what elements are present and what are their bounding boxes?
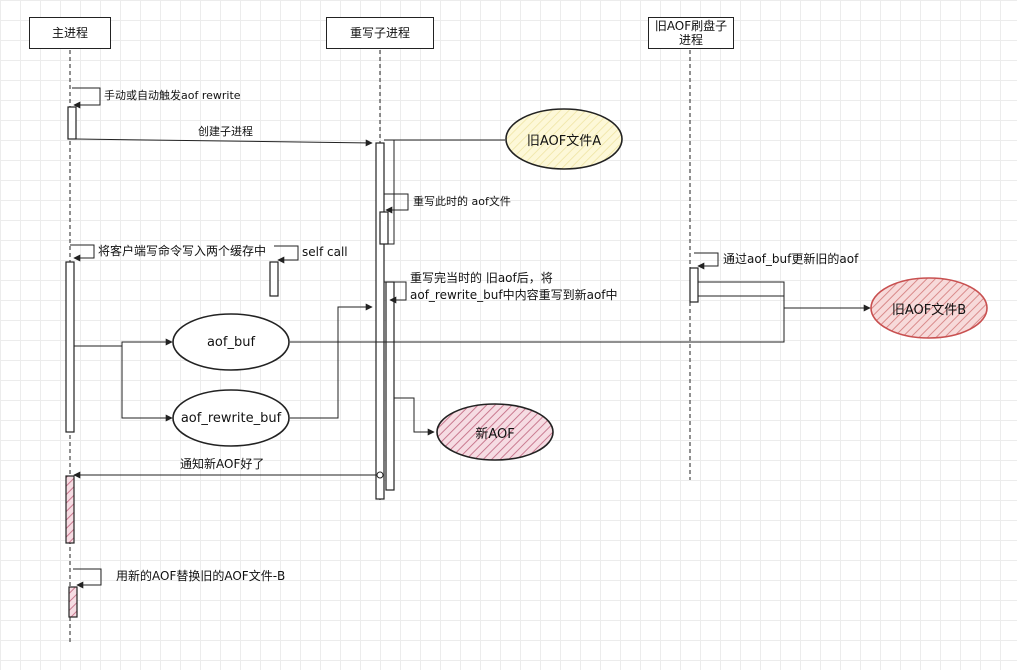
- arrow-rewrite-buf-to-child: [290, 303, 373, 419]
- label-notify-new-aof: 通知新AOF好了: [180, 457, 265, 471]
- arrow-trigger: [72, 87, 101, 109]
- activation-rewrite-main: [375, 142, 385, 500]
- arrow-create-child: [75, 138, 373, 147]
- label-update-old-aof: 通过aof_buf更新旧的aof: [723, 252, 859, 266]
- label-rewrite-current: 重写此时的 aof文件: [413, 195, 511, 208]
- label-trigger: 手动或自动触发aof rewrite: [104, 89, 241, 102]
- participant-main: 主进程: [29, 17, 111, 49]
- activation-rewrite-late: [385, 281, 395, 491]
- label-rewrite-done-2: aof_rewrite_buf中内容重写到新aof中: [410, 288, 618, 302]
- arrow-old-flush-self: [694, 252, 719, 270]
- arrow-self-call: [274, 245, 299, 264]
- activation-rewrite-sub: [379, 211, 389, 245]
- activation-main-2: [65, 261, 75, 433]
- arrow-to-aof-rewrite-buf: [121, 346, 173, 422]
- arrow-write-buffers: [70, 244, 95, 262]
- label-create-child: 创建子进程: [198, 125, 253, 138]
- activation-main-4: [68, 586, 78, 618]
- arrow-replace: [73, 568, 102, 589]
- activation-main-1: [67, 106, 77, 140]
- arrow-to-new-aof: [394, 397, 435, 436]
- label-write-two-buffers: 将客户端写命令写入两个缓存中: [98, 244, 267, 258]
- activation-old-flush: [689, 267, 699, 303]
- arrow-to-file-b: [698, 281, 871, 312]
- label-rewrite-done-1: 重写完当时的 旧aof后，将: [410, 271, 553, 285]
- activation-main-3: [65, 475, 75, 544]
- node-old-aof-a: 旧AOF文件A: [526, 133, 602, 149]
- activation-self-call: [269, 261, 279, 297]
- arrow-rewrite-self: [384, 193, 409, 214]
- label-self-call: self call: [302, 245, 348, 259]
- node-old-aof-b: 旧AOF文件B: [891, 302, 967, 318]
- participant-old-flush: 旧AOF刷盘子进程: [648, 17, 734, 49]
- notify-origin: [376, 471, 384, 479]
- node-aof-rewrite-buf: aof_rewrite_buf: [180, 410, 282, 426]
- participant-rewrite: 重写子进程: [326, 17, 434, 49]
- node-new-aof: 新AOF: [475, 426, 515, 442]
- arrow-to-aof-buf: [121, 338, 173, 346]
- label-replace: 用新的AOF替换旧的AOF文件-B: [116, 569, 286, 583]
- node-aof-buf: aof_buf: [206, 334, 256, 350]
- diagram-canvas: 主进程 重写子进程 旧AOF刷盘子进程 手动或自动触发aof rewrite 创…: [0, 0, 1017, 670]
